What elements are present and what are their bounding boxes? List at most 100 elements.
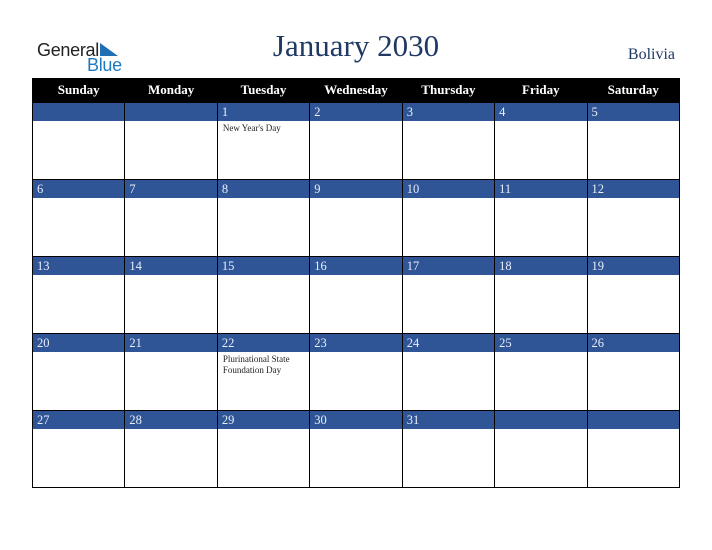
- day-cell[interactable]: [586, 121, 681, 180]
- day-cell[interactable]: [124, 275, 218, 334]
- holiday-label: [125, 198, 216, 200]
- day-number: 16: [314, 259, 327, 273]
- day-number-cell[interactable]: 16: [309, 256, 403, 275]
- day-cell[interactable]: [494, 121, 588, 180]
- day-number: 23: [314, 336, 327, 350]
- day-number-cell[interactable]: 12: [586, 179, 681, 198]
- day-number-cell[interactable]: 20: [31, 333, 126, 352]
- day-cell[interactable]: [124, 121, 218, 180]
- weekday-header: Thursday: [401, 78, 496, 103]
- day-cell[interactable]: New Year's Day: [216, 121, 311, 180]
- holiday-label: [588, 275, 679, 277]
- day-number: 13: [37, 259, 50, 273]
- day-number-cell[interactable]: [31, 102, 126, 121]
- day-number-cell[interactable]: [124, 102, 218, 121]
- day-number-cell[interactable]: 22: [216, 333, 311, 352]
- day-number-cell[interactable]: 24: [401, 333, 496, 352]
- day-number-cell[interactable]: 21: [124, 333, 218, 352]
- day-number: 29: [221, 413, 235, 427]
- day-number-cell[interactable]: 28: [124, 410, 218, 429]
- day-number-cell[interactable]: 17: [401, 256, 496, 275]
- day-cell[interactable]: [31, 275, 126, 334]
- day-cell[interactable]: [401, 429, 496, 488]
- day-cell[interactable]: [494, 429, 588, 488]
- day-cell[interactable]: [401, 198, 496, 257]
- day-number-cell[interactable]: 2: [309, 102, 403, 121]
- day-number-cell[interactable]: 27: [31, 410, 126, 429]
- week-body-row: Plurinational State Foundation Day: [31, 352, 681, 411]
- day-cell[interactable]: [31, 198, 126, 257]
- holiday-label: [33, 121, 124, 123]
- holiday-label: [403, 198, 494, 200]
- weekday-header-row: Sunday Monday Tuesday Wednesday Thursday…: [31, 78, 681, 103]
- day-cell[interactable]: [586, 275, 681, 334]
- week-date-band: 6 7 8 9 10 11 12: [31, 179, 681, 198]
- day-cell[interactable]: [309, 275, 403, 334]
- day-number-cell[interactable]: 25: [494, 333, 588, 352]
- day-cell[interactable]: [31, 352, 126, 411]
- day-cell[interactable]: [31, 429, 126, 488]
- day-cell[interactable]: [494, 198, 588, 257]
- day-number-cell[interactable]: 13: [31, 256, 126, 275]
- day-number: 21: [129, 336, 142, 350]
- day-number-cell[interactable]: 6: [31, 179, 126, 198]
- day-number-cell[interactable]: 19: [586, 256, 681, 275]
- day-number-cell[interactable]: [494, 410, 588, 429]
- weekday-header: Sunday: [31, 78, 126, 103]
- day-number: 24: [406, 336, 420, 350]
- day-cell[interactable]: [309, 429, 403, 488]
- day-number-cell[interactable]: 18: [494, 256, 588, 275]
- day-cell[interactable]: [401, 275, 496, 334]
- day-cell[interactable]: [494, 352, 588, 411]
- day-number-cell[interactable]: 3: [401, 102, 496, 121]
- week-date-band: 27 28 29 30 31: [31, 410, 681, 429]
- day-cell[interactable]: [309, 121, 403, 180]
- day-number-cell[interactable]: 5: [586, 102, 681, 121]
- day-cell[interactable]: [216, 275, 311, 334]
- day-cell[interactable]: [216, 198, 311, 257]
- day-number: 30: [314, 413, 327, 427]
- day-cell[interactable]: Plurinational State Foundation Day: [216, 352, 311, 411]
- day-number-cell[interactable]: [586, 410, 681, 429]
- day-number-cell[interactable]: 11: [494, 179, 588, 198]
- day-number-cell[interactable]: 9: [309, 179, 403, 198]
- day-number-cell[interactable]: 26: [586, 333, 681, 352]
- day-number-cell[interactable]: 10: [401, 179, 496, 198]
- holiday-label: [403, 275, 494, 277]
- day-number-cell[interactable]: 14: [124, 256, 218, 275]
- day-cell[interactable]: [309, 198, 403, 257]
- day-number: 14: [129, 259, 142, 273]
- day-cell[interactable]: [124, 429, 218, 488]
- day-number-cell[interactable]: 29: [216, 410, 311, 429]
- day-number-cell[interactable]: 4: [494, 102, 588, 121]
- day-cell[interactable]: [216, 429, 311, 488]
- day-number-cell[interactable]: 15: [216, 256, 311, 275]
- holiday-label: [495, 198, 586, 200]
- calendar-title: January 2030: [272, 28, 440, 63]
- week-date-band: 13 14 15 16 17 18 19: [31, 256, 681, 275]
- day-cell[interactable]: [401, 121, 496, 180]
- day-cell[interactable]: [586, 352, 681, 411]
- day-number-cell[interactable]: 1: [216, 102, 311, 121]
- day-number-cell[interactable]: 30: [309, 410, 403, 429]
- day-cell[interactable]: [309, 352, 403, 411]
- day-number-cell[interactable]: 8: [216, 179, 311, 198]
- day-cell[interactable]: [586, 198, 681, 257]
- day-number-cell[interactable]: 31: [401, 410, 496, 429]
- day-number: 12: [591, 182, 605, 196]
- day-cell[interactable]: [401, 352, 496, 411]
- holiday-label: [33, 429, 124, 431]
- day-cell[interactable]: [586, 429, 681, 488]
- day-number: 31: [406, 413, 420, 427]
- holiday-label: [588, 352, 679, 354]
- holiday-label: [33, 352, 124, 354]
- week-date-band: 20 21 22 23 24 25 26: [31, 333, 681, 352]
- day-number-cell[interactable]: 7: [124, 179, 218, 198]
- day-cell[interactable]: [124, 352, 218, 411]
- day-cell[interactable]: [494, 275, 588, 334]
- day-cell[interactable]: [31, 121, 126, 180]
- day-number: 27: [37, 413, 50, 427]
- day-number: 20: [37, 336, 50, 350]
- day-number-cell[interactable]: 23: [309, 333, 403, 352]
- day-cell[interactable]: [124, 198, 218, 257]
